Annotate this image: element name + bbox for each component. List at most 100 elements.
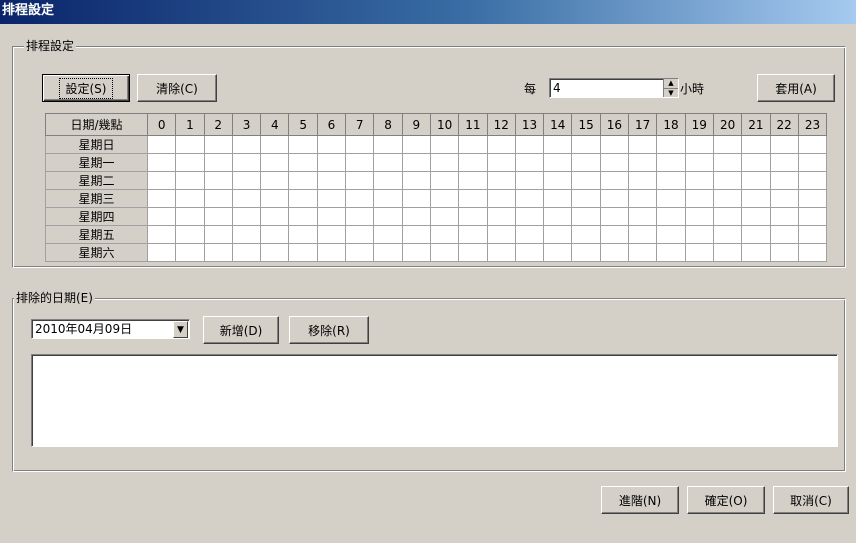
day-label[interactable]: 星期日 bbox=[45, 135, 148, 154]
schedule-cell[interactable] bbox=[401, 135, 431, 154]
schedule-cell[interactable] bbox=[514, 207, 545, 226]
chevron-down-icon[interactable]: ▼ bbox=[173, 321, 188, 338]
schedule-cell[interactable] bbox=[486, 207, 516, 226]
schedule-cell[interactable] bbox=[514, 243, 545, 262]
hour-header[interactable]: 20 bbox=[712, 113, 743, 136]
schedule-cell[interactable] bbox=[543, 189, 573, 208]
schedule-cell[interactable] bbox=[373, 243, 403, 262]
schedule-cell[interactable] bbox=[543, 135, 573, 154]
schedule-cell[interactable] bbox=[741, 153, 771, 172]
schedule-cell[interactable] bbox=[712, 135, 743, 154]
schedule-cell[interactable] bbox=[175, 207, 205, 226]
hour-header[interactable]: 19 bbox=[684, 113, 714, 136]
schedule-cell[interactable] bbox=[146, 225, 177, 244]
schedule-cell[interactable] bbox=[316, 153, 347, 172]
schedule-cell[interactable] bbox=[656, 243, 686, 262]
set-button[interactable]: 設定(S) bbox=[42, 74, 130, 102]
hour-header[interactable]: 4 bbox=[260, 113, 290, 136]
schedule-cell[interactable] bbox=[146, 153, 177, 172]
schedule-cell[interactable] bbox=[146, 135, 177, 154]
schedule-cell[interactable] bbox=[514, 135, 545, 154]
schedule-cell[interactable] bbox=[684, 243, 714, 262]
schedule-cell[interactable] bbox=[769, 171, 799, 190]
schedule-cell[interactable] bbox=[599, 225, 630, 244]
schedule-cell[interactable] bbox=[486, 243, 516, 262]
schedule-cell[interactable] bbox=[288, 207, 318, 226]
schedule-cell[interactable] bbox=[514, 153, 545, 172]
schedule-cell[interactable] bbox=[316, 171, 347, 190]
schedule-cell[interactable] bbox=[345, 153, 375, 172]
schedule-cell[interactable] bbox=[486, 135, 516, 154]
hour-header[interactable]: 10 bbox=[429, 113, 460, 136]
schedule-cell[interactable] bbox=[203, 225, 233, 244]
schedule-cell[interactable] bbox=[373, 189, 403, 208]
schedule-cell[interactable] bbox=[571, 243, 601, 262]
schedule-cell[interactable] bbox=[656, 135, 686, 154]
schedule-cell[interactable] bbox=[373, 153, 403, 172]
schedule-cell[interactable] bbox=[345, 243, 375, 262]
schedule-cell[interactable] bbox=[656, 225, 686, 244]
schedule-cell[interactable] bbox=[373, 225, 403, 244]
schedule-cell[interactable] bbox=[316, 135, 347, 154]
hour-header[interactable]: 3 bbox=[231, 113, 262, 136]
schedule-cell[interactable] bbox=[260, 153, 290, 172]
schedule-cell[interactable] bbox=[571, 153, 601, 172]
schedule-cell[interactable] bbox=[684, 207, 714, 226]
schedule-cell[interactable] bbox=[175, 189, 205, 208]
schedule-cell[interactable] bbox=[797, 135, 828, 154]
schedule-cell[interactable] bbox=[684, 153, 714, 172]
schedule-cell[interactable] bbox=[797, 171, 828, 190]
schedule-cell[interactable] bbox=[684, 189, 714, 208]
schedule-cell[interactable] bbox=[401, 153, 431, 172]
schedule-cell[interactable] bbox=[345, 189, 375, 208]
schedule-cell[interactable] bbox=[571, 189, 601, 208]
schedule-cell[interactable] bbox=[288, 153, 318, 172]
schedule-cell[interactable] bbox=[203, 207, 233, 226]
schedule-cell[interactable] bbox=[656, 207, 686, 226]
schedule-cell[interactable] bbox=[656, 189, 686, 208]
hour-header[interactable]: 11 bbox=[458, 113, 488, 136]
day-label[interactable]: 星期二 bbox=[45, 171, 148, 190]
excluded-dates-list[interactable] bbox=[31, 354, 838, 447]
schedule-cell[interactable] bbox=[316, 207, 347, 226]
schedule-cell[interactable] bbox=[345, 171, 375, 190]
schedule-cell[interactable] bbox=[486, 153, 516, 172]
schedule-cell[interactable] bbox=[741, 207, 771, 226]
schedule-cell[interactable] bbox=[231, 189, 262, 208]
schedule-cell[interactable] bbox=[458, 225, 488, 244]
schedule-cell[interactable] bbox=[175, 225, 205, 244]
schedule-cell[interactable] bbox=[656, 153, 686, 172]
spin-up-icon[interactable]: ▲ bbox=[664, 79, 678, 89]
schedule-cell[interactable] bbox=[203, 243, 233, 262]
hour-header[interactable]: 21 bbox=[741, 113, 771, 136]
date-picker[interactable]: 2010年04月09日 ▼ bbox=[31, 319, 190, 339]
schedule-cell[interactable] bbox=[401, 207, 431, 226]
hour-header[interactable]: 2 bbox=[203, 113, 233, 136]
schedule-cell[interactable] bbox=[741, 171, 771, 190]
schedule-cell[interactable] bbox=[571, 135, 601, 154]
schedule-cell[interactable] bbox=[599, 153, 630, 172]
schedule-cell[interactable] bbox=[288, 135, 318, 154]
schedule-cell[interactable] bbox=[146, 189, 177, 208]
schedule-grid[interactable]: 日期/幾點 0 1 2 3 4 5 6 7 8 9 10 11 12 13 14 15 16 17 18 19 20 21… bbox=[45, 113, 828, 262]
schedule-cell[interactable] bbox=[571, 207, 601, 226]
schedule-cell[interactable] bbox=[458, 189, 488, 208]
schedule-cell[interactable] bbox=[543, 243, 573, 262]
schedule-cell[interactable] bbox=[797, 225, 828, 244]
schedule-cell[interactable] bbox=[797, 207, 828, 226]
schedule-cell[interactable] bbox=[599, 135, 630, 154]
schedule-cell[interactable] bbox=[429, 225, 460, 244]
schedule-cell[interactable] bbox=[458, 153, 488, 172]
schedule-cell[interactable] bbox=[712, 189, 743, 208]
schedule-cell[interactable] bbox=[628, 171, 658, 190]
schedule-cell[interactable] bbox=[429, 153, 460, 172]
schedule-cell[interactable] bbox=[231, 171, 262, 190]
hour-header[interactable]: 13 bbox=[514, 113, 545, 136]
cancel-button[interactable]: 取消(C) bbox=[773, 486, 849, 514]
hour-header[interactable]: 9 bbox=[401, 113, 431, 136]
schedule-cell[interactable] bbox=[316, 189, 347, 208]
schedule-cell[interactable] bbox=[316, 243, 347, 262]
schedule-cell[interactable] bbox=[599, 243, 630, 262]
schedule-cell[interactable] bbox=[543, 207, 573, 226]
advanced-button[interactable]: 進階(N) bbox=[601, 486, 679, 514]
